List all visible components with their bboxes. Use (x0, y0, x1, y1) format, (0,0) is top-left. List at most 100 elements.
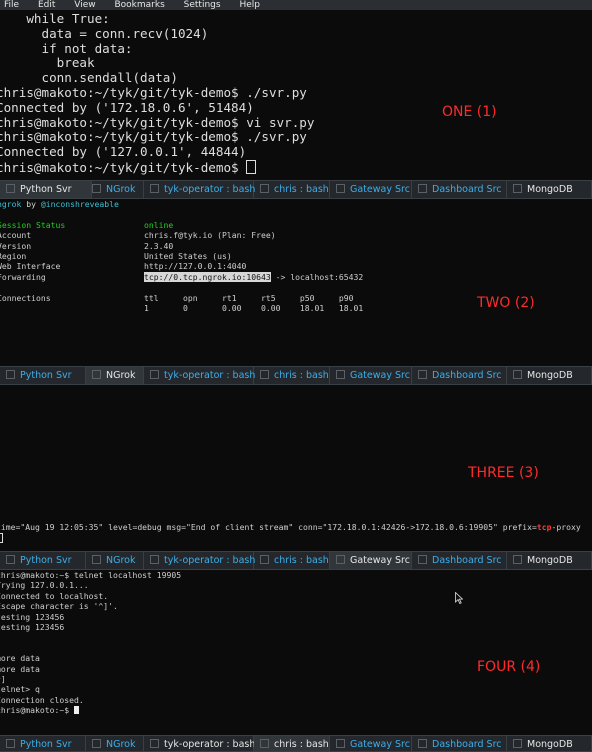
shell-line: chris@makoto:~/tyk/git/tyk-demo$ ./svr.p… (0, 85, 307, 100)
terminal-icon (513, 370, 522, 379)
tab-ngrok[interactable]: NGrok (86, 367, 144, 384)
terminal-pane-four[interactable]: chris@makoto:~$ telnet localhost 19905 T… (0, 570, 592, 735)
terminal-icon (150, 370, 159, 379)
mouse-pointer-icon (455, 592, 463, 604)
shell-line: chris@makoto:~/tyk/git/tyk-demo$ ./svr.p… (0, 130, 307, 145)
terminal-pane-one[interactable]: while True: data = conn.recv(1024) if no… (0, 12, 592, 180)
menu-view[interactable]: View (74, 0, 95, 10)
ngrok-row: Account chris.f@tyk.io (Plan: Free) (0, 230, 276, 241)
tab-chris-bash[interactable]: chris : bash (254, 367, 330, 384)
pane-label-two: TWO (2) (477, 295, 535, 311)
prompt-text: chris@makoto:~/tyk/git/tyk-demo$ (0, 159, 247, 175)
menu-help[interactable]: Help (239, 0, 260, 10)
telnet-line: Trying 127.0.0.1... (0, 580, 89, 591)
ngrok-row: RegionUnited States (us) (0, 251, 232, 262)
tab-python-svr[interactable]: Python Svr (0, 367, 86, 384)
tab-bar: Python Svr NGrok tyk-operator : bash chr… (0, 551, 592, 570)
terminal-pane-two[interactable]: ngrok by @inconshreveable Session Status… (0, 199, 592, 365)
terminal-icon (260, 555, 269, 564)
code-line: while True: (0, 12, 110, 26)
terminal-icon (6, 370, 15, 379)
telnet-line: Connection closed. (0, 694, 84, 705)
tab-bar: Python Svr NGrok tyk-operator : bash chr… (0, 735, 592, 752)
terminal-icon (336, 370, 345, 379)
terminal-icon (513, 739, 522, 748)
telnet-line: Connected to localhost. (0, 590, 109, 601)
terminal-icon (260, 184, 269, 193)
tab-chris-bash[interactable]: chris : bash (254, 181, 330, 198)
tab-python-svr[interactable]: Python Svr (0, 552, 86, 569)
tab-gateway-src[interactable]: Gateway Src (330, 181, 412, 198)
ngrok-row: Web Interface http://127.0.0.1:4040 (0, 261, 247, 272)
pane-label-four: FOUR (4) (477, 659, 541, 675)
shell-prompt: chris@makoto:~/tyk/git/tyk-demo$ (0, 159, 592, 176)
tab-gateway-src[interactable]: Gateway Src (330, 552, 412, 569)
code-line: data = conn.recv(1024) (0, 26, 209, 41)
terminal-icon (513, 555, 522, 564)
tab-ngrok[interactable]: NGrok (86, 181, 144, 198)
telnet-line: testing 123456 (0, 622, 65, 633)
pane-label-three: THREE (3) (468, 465, 539, 481)
terminal-icon (336, 555, 345, 564)
terminal-icon (6, 184, 15, 193)
code-line: break (0, 56, 95, 71)
pane-label-one: ONE (1) (442, 104, 497, 120)
tab-ngrok[interactable]: NGrok (86, 552, 144, 569)
menu-bookmarks[interactable]: Bookmarks (114, 0, 164, 10)
terminal-cursor (73, 706, 79, 715)
shell-line: chris@makoto:~/tyk/git/tyk-demo$ vi svr.… (0, 115, 315, 130)
terminal-icon (6, 739, 15, 748)
telnet-line: chris@makoto:~$ telnet localhost 19905 (0, 570, 182, 580)
ngrok-forwarding: Forwarding tcp://0.tcp.ngrok.io:10643 -> … (0, 271, 364, 282)
tab-tyk-operator[interactable]: tyk-operator : bash (144, 181, 255, 198)
menu-file[interactable]: File (4, 0, 19, 10)
proxy-log-line: time="Aug 19 12:05:35" level=debug msg="… (0, 522, 581, 532)
terminal-icon (336, 184, 345, 193)
menu-edit[interactable]: Edit (38, 0, 55, 10)
telnet-line: telnet> q (0, 684, 40, 695)
tab-tyk-operator[interactable]: tyk-operator : bash (144, 552, 255, 569)
terminal-icon (6, 555, 15, 564)
telnet-line: Escape character is '^]'. (0, 601, 118, 612)
shell-line: Connected by ('172.18.0.6', 51484) (0, 100, 254, 115)
terminal-icon (92, 739, 101, 748)
tab-mongodb[interactable]: MongoDB (507, 367, 592, 384)
shell-prompt: chris@makoto:~$ (0, 705, 592, 715)
terminal-cursor (246, 159, 257, 174)
tab-python-svr[interactable]: Python Svr (0, 181, 92, 198)
tab-mongodb[interactable]: MongoDB (507, 181, 592, 198)
terminal-icon (150, 555, 159, 564)
terminal-icon (418, 555, 427, 564)
tab-bar: Python Svr NGrok tyk-operator : bash chr… (0, 366, 592, 385)
code-line: if not data: (0, 41, 133, 56)
terminal-icon (513, 184, 522, 193)
ngrok-row: Session Status online (0, 219, 174, 230)
menu-bar: File Edit View Bookmarks Settings Help (0, 0, 592, 10)
telnet-line: testing 123456 (0, 611, 65, 622)
tab-mongodb[interactable]: MongoDB (507, 552, 592, 569)
terminal-cursor (0, 533, 3, 543)
terminal-icon (418, 184, 427, 193)
code-line: conn.sendall(data) (0, 71, 178, 86)
tab-tyk-operator[interactable]: tyk-operator : bash (144, 367, 255, 384)
terminal-icon (260, 739, 269, 748)
terminal-icon (92, 555, 101, 564)
ngrok-row: Version 2.3.40 (0, 240, 174, 251)
tab-bar: Python Svr NGrok tyk-operator : bash chr… (0, 180, 592, 199)
forwarding-url: tcp://0.tcp.ngrok.io:10643 (144, 271, 271, 282)
tab-dashboard-src[interactable]: Dashboard Src (412, 552, 507, 569)
terminal-icon (260, 370, 269, 379)
terminal-icon (336, 739, 345, 748)
terminal-icon (150, 184, 159, 193)
tab-dashboard-src[interactable]: Dashboard Src (412, 367, 507, 384)
tab-gateway-src[interactable]: Gateway Src (330, 367, 412, 384)
terminal-icon (92, 184, 101, 193)
menu-settings[interactable]: Settings (184, 0, 221, 10)
telnet-line: ^] (0, 674, 6, 685)
terminal-icon (92, 370, 101, 379)
terminal-icon (418, 370, 427, 379)
tab-dashboard-src[interactable]: Dashboard Src (412, 181, 507, 198)
terminal-icon (418, 739, 427, 748)
tab-chris-bash[interactable]: chris : bash (254, 552, 330, 569)
ngrok-title: ngrok by @inconshreveable (0, 199, 119, 209)
